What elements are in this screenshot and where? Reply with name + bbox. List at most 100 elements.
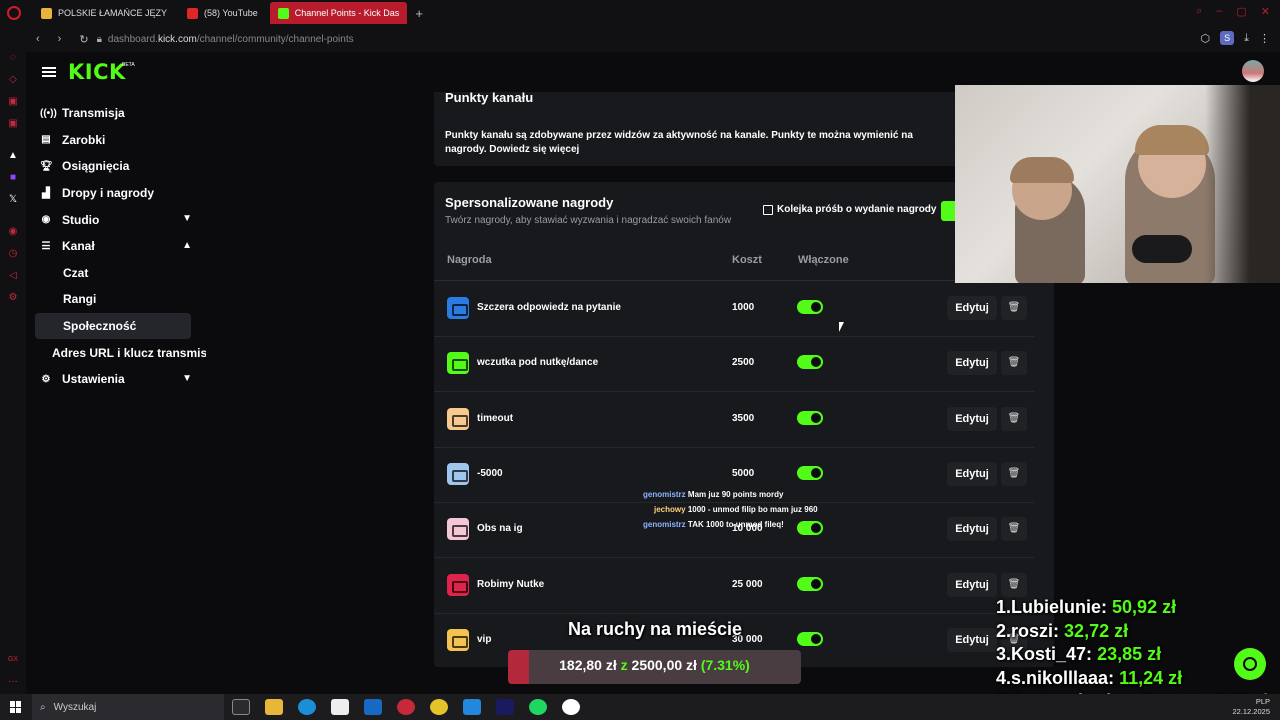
reward-cost: 5000 [732, 467, 755, 479]
chrome-icon[interactable] [430, 699, 448, 715]
forward-icon[interactable]: › [58, 33, 62, 45]
twitch-icon[interactable]: ■ [7, 172, 19, 184]
trash-icon[interactable]: 🗑︎ [1001, 461, 1027, 486]
x-icon[interactable]: 𝕏 [7, 194, 19, 206]
wallet-icon: ▤ [41, 134, 51, 146]
edge-icon[interactable] [298, 699, 316, 715]
obs-icon[interactable] [562, 699, 580, 715]
back-icon[interactable]: ‹ [36, 33, 40, 45]
edit-reward-button[interactable]: Edytuj [947, 627, 997, 652]
tab-channel-points[interactable]: Channel Points - Kick Das [269, 2, 408, 24]
player-icon[interactable]: ◉ [7, 226, 19, 238]
aria-icon[interactable]: ◌ [7, 52, 19, 64]
user-avatar[interactable] [1242, 60, 1264, 82]
trash-icon[interactable]: 🗑︎ [1001, 296, 1027, 320]
search-tabs-icon[interactable]: ⌕ [1196, 5, 1202, 18]
edit-reward-button[interactable]: Edytuj [947, 572, 997, 597]
clock-date[interactable]: 22.12.2025 [1232, 707, 1270, 717]
kick-sidebar-icon[interactable]: ▲ [7, 150, 19, 162]
instagram-icon[interactable]: ▣ [7, 118, 19, 130]
sidebar-item-spolecznosc[interactable]: Społeczność [35, 312, 191, 340]
support-chat-button[interactable] [1234, 648, 1266, 680]
opera-gx-icon[interactable] [397, 699, 415, 715]
reward-queue-button[interactable]: Kolejka próśb o wydanie nagrody [763, 204, 936, 215]
trash-icon[interactable]: 🗑︎ [1001, 517, 1027, 542]
sidebar-item-studio[interactable]: ◉ Studio ▼ [26, 206, 206, 233]
menu-icon[interactable]: ⋮ [1259, 32, 1270, 45]
download-icon[interactable]: ⤓ [1244, 32, 1249, 45]
opera-logo-icon[interactable] [7, 6, 21, 20]
maximize-icon[interactable]: ▢ [1236, 5, 1246, 18]
reload-icon[interactable]: ↻ [79, 33, 88, 46]
profile-avatar[interactable]: S [1220, 31, 1235, 45]
reward-enabled-toggle[interactable] [797, 300, 823, 314]
screen: POLSKIE ŁAMAŃCE JĘZY (58) YouTube Channe… [0, 0, 1280, 720]
trash-icon[interactable]: 🗑︎ [1001, 351, 1027, 376]
sidebar-item-osiagniecia[interactable]: 🏆︎ Osiągnięcia [26, 153, 206, 180]
settings-icon[interactable]: ⚙ [7, 292, 19, 304]
hamburger-menu-icon[interactable] [42, 67, 56, 77]
pinboard-icon[interactable]: ◁ [7, 270, 19, 282]
sidebar-item-transmisja[interactable]: ((•)) Transmisja [26, 100, 206, 127]
kick-logo[interactable]: KICK [68, 60, 126, 84]
leaderboard-amount: 23,85 zł [1097, 644, 1162, 664]
close-icon[interactable]: ✕ [1261, 5, 1270, 18]
reward-enabled-toggle[interactable] [797, 355, 823, 370]
gx-icon[interactable]: GX [7, 654, 19, 666]
chat-username: genomistrz [643, 490, 686, 499]
sidebar-item-czat[interactable]: Czat [26, 260, 206, 287]
sidebar-item-adres-url[interactable]: Adres URL i klucz transmisji [26, 339, 206, 366]
reward-name: vip [477, 633, 492, 645]
reward-enabled-toggle[interactable] [797, 410, 823, 425]
store-icon[interactable] [331, 699, 349, 715]
edit-reward-button[interactable]: Edytuj [947, 351, 997, 376]
messenger-icon[interactable]: ▣ [7, 96, 19, 108]
more-icon[interactable]: … [7, 674, 19, 686]
reward-enabled-toggle[interactable] [797, 631, 823, 646]
gift-icon: ▟ [42, 187, 50, 199]
sidebar-item-rangi[interactable]: Rangi [26, 286, 206, 313]
vscode-icon[interactable] [463, 699, 481, 715]
edit-reward-button[interactable]: Edytuj [947, 517, 997, 542]
sidebar-item-label: Społeczność [63, 319, 137, 334]
reward-icon [447, 297, 469, 319]
new-tab-icon[interactable]: + [415, 6, 423, 21]
reward-enabled-toggle[interactable] [797, 576, 823, 591]
streamer-left-hair [1010, 157, 1074, 183]
goal-progress-text: 182,80 zł z 2500,00 zł (7.31%) [508, 650, 801, 684]
webcam-shadow [1205, 85, 1280, 283]
reward-enabled-toggle[interactable] [797, 521, 823, 536]
history-icon[interactable]: ◷ [7, 248, 19, 260]
edit-reward-button[interactable]: Edytuj [947, 406, 997, 431]
task-view-icon[interactable] [232, 699, 250, 715]
input-language[interactable]: PLP [1232, 697, 1270, 707]
chat-message: genomistrz TAK 1000 to unmod fileq! [643, 517, 784, 532]
reward-name: Robimy Nutke [477, 578, 545, 590]
spotify-icon[interactable] [529, 699, 547, 715]
trash-icon[interactable]: 🗑︎ [1001, 572, 1027, 597]
sidebar-item-label: Czat [63, 265, 89, 280]
crypto-wallet-icon[interactable]: ◇ [7, 74, 19, 86]
reward-name: Szczera odpowiedz na pytanie [477, 302, 621, 313]
chat-message: jechowy 1000 - unmod filip bo mam juz 96… [654, 502, 818, 517]
extensions-icon[interactable]: ⬡ [1201, 32, 1211, 45]
premiere-icon[interactable] [496, 699, 514, 715]
windows-start-icon[interactable] [10, 701, 22, 713]
taskbar-search[interactable]: ⌕ Wyszukaj [32, 694, 224, 720]
trash-icon[interactable]: 🗑︎ [1001, 406, 1027, 431]
edit-reward-button[interactable]: Edytuj [947, 461, 997, 486]
outlook-icon[interactable] [364, 699, 382, 715]
url-field[interactable]: dashboard.kick.com/channel/community/cha… [108, 34, 354, 45]
tab-youtube[interactable]: (58) YouTube [179, 2, 266, 24]
sidebar-item-ustawienia[interactable]: ⚙ Ustawienia ▼ [26, 366, 206, 393]
column-header-cost: Koszt [732, 254, 762, 266]
file-explorer-icon[interactable] [265, 699, 283, 715]
sidebar-item-dropy[interactable]: ▟ Dropy i nagrody [26, 180, 206, 207]
sidebar-item-kanal[interactable]: ☰ Kanał ▲ [26, 233, 206, 260]
edit-reward-button[interactable]: Edytuj [947, 296, 997, 320]
minimize-icon[interactable]: – [1216, 5, 1222, 18]
tab-polskie[interactable]: POLSKIE ŁAMAŃCE JĘZY [33, 2, 175, 24]
reward-enabled-toggle[interactable] [797, 465, 823, 480]
sidebar-item-zarobki[interactable]: ▤ Zarobki [26, 127, 206, 154]
beta-badge: BETA [122, 62, 135, 68]
